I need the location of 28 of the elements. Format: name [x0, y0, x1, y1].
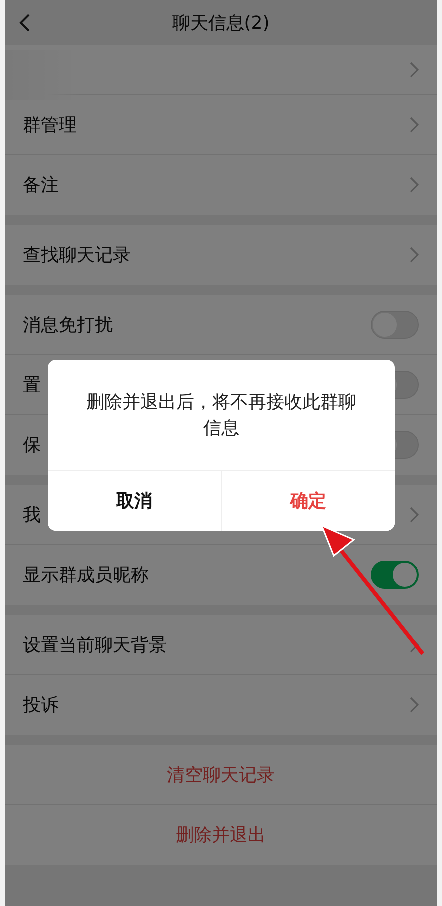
settings-row[interactable]: 设置当前聊天背景: [5, 615, 437, 675]
settings-row[interactable]: 消息免打扰: [5, 295, 437, 355]
chevron-icon: [410, 177, 419, 193]
row-label: 设置当前聊天背景: [23, 634, 167, 656]
dialog-button[interactable]: 确定: [221, 471, 395, 531]
chevron-icon: [410, 697, 419, 713]
row-label: 保: [23, 434, 41, 457]
settings-row[interactable]: 投诉: [5, 675, 437, 735]
chevron-icon: [410, 62, 419, 78]
settings-row[interactable]: 备注: [5, 155, 437, 215]
back-icon[interactable]: [19, 13, 31, 33]
row-label: 消息免打扰: [23, 314, 113, 336]
settings-row[interactable]: 查找聊天记录: [5, 225, 437, 285]
chevron-icon: [410, 116, 419, 132]
row-label: 显示群成员昵称: [23, 564, 149, 587]
settings-row[interactable]: 群管理: [5, 95, 437, 155]
settings-row[interactable]: 显示群成员昵称: [5, 545, 437, 605]
row-label: 置: [23, 374, 41, 396]
chevron-icon: [410, 506, 419, 522]
row-label: 投诉: [23, 694, 59, 717]
row-label: 备注: [23, 174, 59, 197]
toggle-switch[interactable]: [371, 561, 419, 589]
row-label: 我: [23, 504, 41, 526]
dialog-message: 删除并退出后，将不再接收此群聊信息: [86, 391, 358, 441]
row-label: 查找聊天记录: [23, 244, 131, 267]
screen-title: 聊天信息(2): [172, 12, 270, 34]
chevron-icon: [410, 247, 419, 263]
row-label: 群管理: [23, 114, 77, 136]
